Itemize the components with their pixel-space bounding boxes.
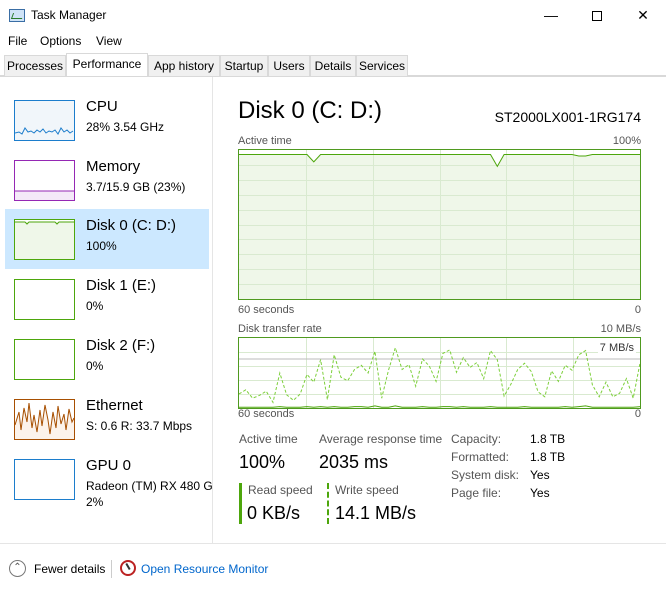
disk-detail-pane: Disk 0 (C: D:) ST2000LX001-1RG174 Active…: [238, 77, 641, 544]
cpu-thumbnail-graph: [14, 100, 75, 141]
menu-options[interactable]: Options: [40, 34, 81, 48]
footer-bar: ⌃ Fewer details Open Resource Monitor: [0, 543, 666, 593]
active-time-graph-duration: 60 seconds: [238, 304, 295, 316]
resource-monitor-icon: [120, 560, 136, 576]
read-rate-line: [239, 405, 640, 408]
tab-services[interactable]: Services: [356, 55, 408, 76]
chevron-up-icon[interactable]: ⌃: [9, 560, 26, 577]
sidebar-item-usage: 2%: [86, 495, 104, 509]
maximize-icon[interactable]: [574, 0, 620, 31]
avg-response-label: Average response time: [319, 432, 443, 446]
memory-thumbnail-graph: [14, 160, 75, 201]
sidebar-item-label: GPU 0: [86, 457, 132, 474]
active-time-graph: [238, 149, 641, 300]
ethernet-thumbnail-graph: [14, 399, 75, 440]
transfer-rate-chart: [239, 338, 640, 408]
sidebar-item-label: Disk 2 (F:): [86, 337, 156, 354]
write-speed-value: 14.1 MB/s: [335, 503, 417, 523]
open-resource-monitor-link[interactable]: Open Resource Monitor: [141, 562, 268, 576]
formatted-label: Formatted:: [451, 450, 510, 464]
task-manager-icon: [9, 9, 25, 22]
capacity-value: 1.8 TB: [530, 432, 566, 446]
resource-sidebar: CPU 28% 3.54 GHz Memory 3.7/15.9 GB (23%…: [0, 77, 213, 544]
close-icon[interactable]: ✕: [620, 0, 666, 31]
title-bar: Task Manager — ✕: [0, 0, 666, 31]
sidebar-item-value: 28% 3.54 GHz: [86, 120, 165, 134]
menu-file[interactable]: File: [8, 34, 27, 48]
tab-bar: Processes Performance App history Startu…: [0, 53, 666, 77]
footer-divider: [111, 560, 112, 578]
active-time-value: 100%: [239, 452, 286, 472]
capacity-label: Capacity:: [451, 432, 502, 446]
tab-app-history[interactable]: App history: [148, 55, 220, 76]
tab-users[interactable]: Users: [268, 55, 310, 76]
avg-response-value: 2035 ms: [319, 452, 389, 472]
transfer-rate-marker: 7 MB/s: [597, 342, 636, 354]
transfer-rate-graph: 7 MB/s: [238, 337, 641, 409]
read-speed-value: 0 KB/s: [247, 503, 301, 523]
read-speed-indicator: [239, 483, 242, 524]
minimize-icon[interactable]: —: [528, 0, 574, 31]
sidebar-item-disk-2[interactable]: Disk 2 (F:) 0%: [5, 329, 209, 389]
sidebar-item-gpu-0[interactable]: GPU 0 Radeon (TM) RX 480 Graphics 2%: [5, 449, 213, 509]
transfer-rate-graph-max: 10 MB/s: [600, 323, 641, 335]
transfer-rate-graph-min: 0: [634, 408, 641, 420]
active-time-graph-label: Active time: [238, 135, 292, 147]
sidebar-item-label: Disk 1 (E:): [86, 277, 157, 294]
transfer-rate-graph-label: Disk transfer rate: [238, 323, 322, 335]
write-speed-label: Write speed: [335, 483, 399, 497]
page-title: Disk 0 (C: D:): [238, 97, 382, 124]
menu-view[interactable]: View: [96, 34, 122, 48]
system-disk-value: Yes: [530, 468, 550, 482]
active-time-graph-max: 100%: [612, 135, 641, 147]
read-speed-label: Read speed: [248, 483, 313, 497]
sidebar-item-disk-0[interactable]: Disk 0 (C: D:) 100%: [5, 209, 209, 269]
disk-0-thumbnail-graph: [14, 219, 75, 260]
page-file-label: Page file:: [451, 486, 502, 500]
sidebar-item-value: 0%: [86, 299, 104, 313]
sidebar-item-label: CPU: [86, 98, 118, 115]
sidebar-item-cpu[interactable]: CPU 28% 3.54 GHz: [5, 90, 209, 150]
gpu-thumbnail-graph: [14, 459, 75, 500]
write-speed-indicator: [327, 483, 330, 524]
menu-bar: File Options View: [0, 31, 666, 53]
window-title: Task Manager: [31, 8, 107, 22]
formatted-value: 1.8 TB: [530, 450, 566, 464]
transfer-rate-graph-duration: 60 seconds: [238, 408, 295, 420]
sidebar-item-value: Radeon (TM) RX 480 Graphics: [86, 479, 213, 493]
page-file-value: Yes: [530, 486, 550, 500]
sidebar-item-disk-1[interactable]: Disk 1 (E:) 0%: [5, 269, 209, 329]
sidebar-item-label: Disk 0 (C: D:): [86, 217, 176, 234]
system-disk-label: System disk:: [451, 468, 520, 482]
tab-details[interactable]: Details: [310, 55, 356, 76]
sidebar-item-memory[interactable]: Memory 3.7/15.9 GB (23%): [5, 150, 209, 210]
disk-model: ST2000LX001-1RG174: [494, 109, 641, 125]
tab-performance[interactable]: Performance: [66, 53, 148, 77]
active-time-graph-min: 0: [634, 304, 641, 316]
tab-startup[interactable]: Startup: [220, 55, 268, 76]
disk-1-thumbnail-graph: [14, 279, 75, 320]
active-time-area: [239, 154, 640, 299]
sidebar-item-value: 100%: [86, 239, 117, 253]
disk-2-thumbnail-graph: [14, 339, 75, 380]
sidebar-item-value: 3.7/15.9 GB (23%): [86, 180, 186, 194]
active-time-label: Active time: [239, 432, 298, 446]
sidebar-item-ethernet[interactable]: Ethernet S: 0.6 R: 33.7 Mbps: [5, 389, 209, 449]
sidebar-item-value: 0%: [86, 359, 104, 373]
tab-processes[interactable]: Processes: [4, 55, 66, 76]
active-time-chart: [239, 150, 640, 299]
sidebar-item-label: Ethernet: [86, 397, 143, 414]
sidebar-item-label: Memory: [86, 158, 141, 175]
sidebar-item-value: S: 0.6 R: 33.7 Mbps: [86, 419, 193, 433]
performance-panel: CPU 28% 3.54 GHz Memory 3.7/15.9 GB (23%…: [0, 76, 666, 544]
fewer-details-button[interactable]: Fewer details: [34, 562, 105, 576]
